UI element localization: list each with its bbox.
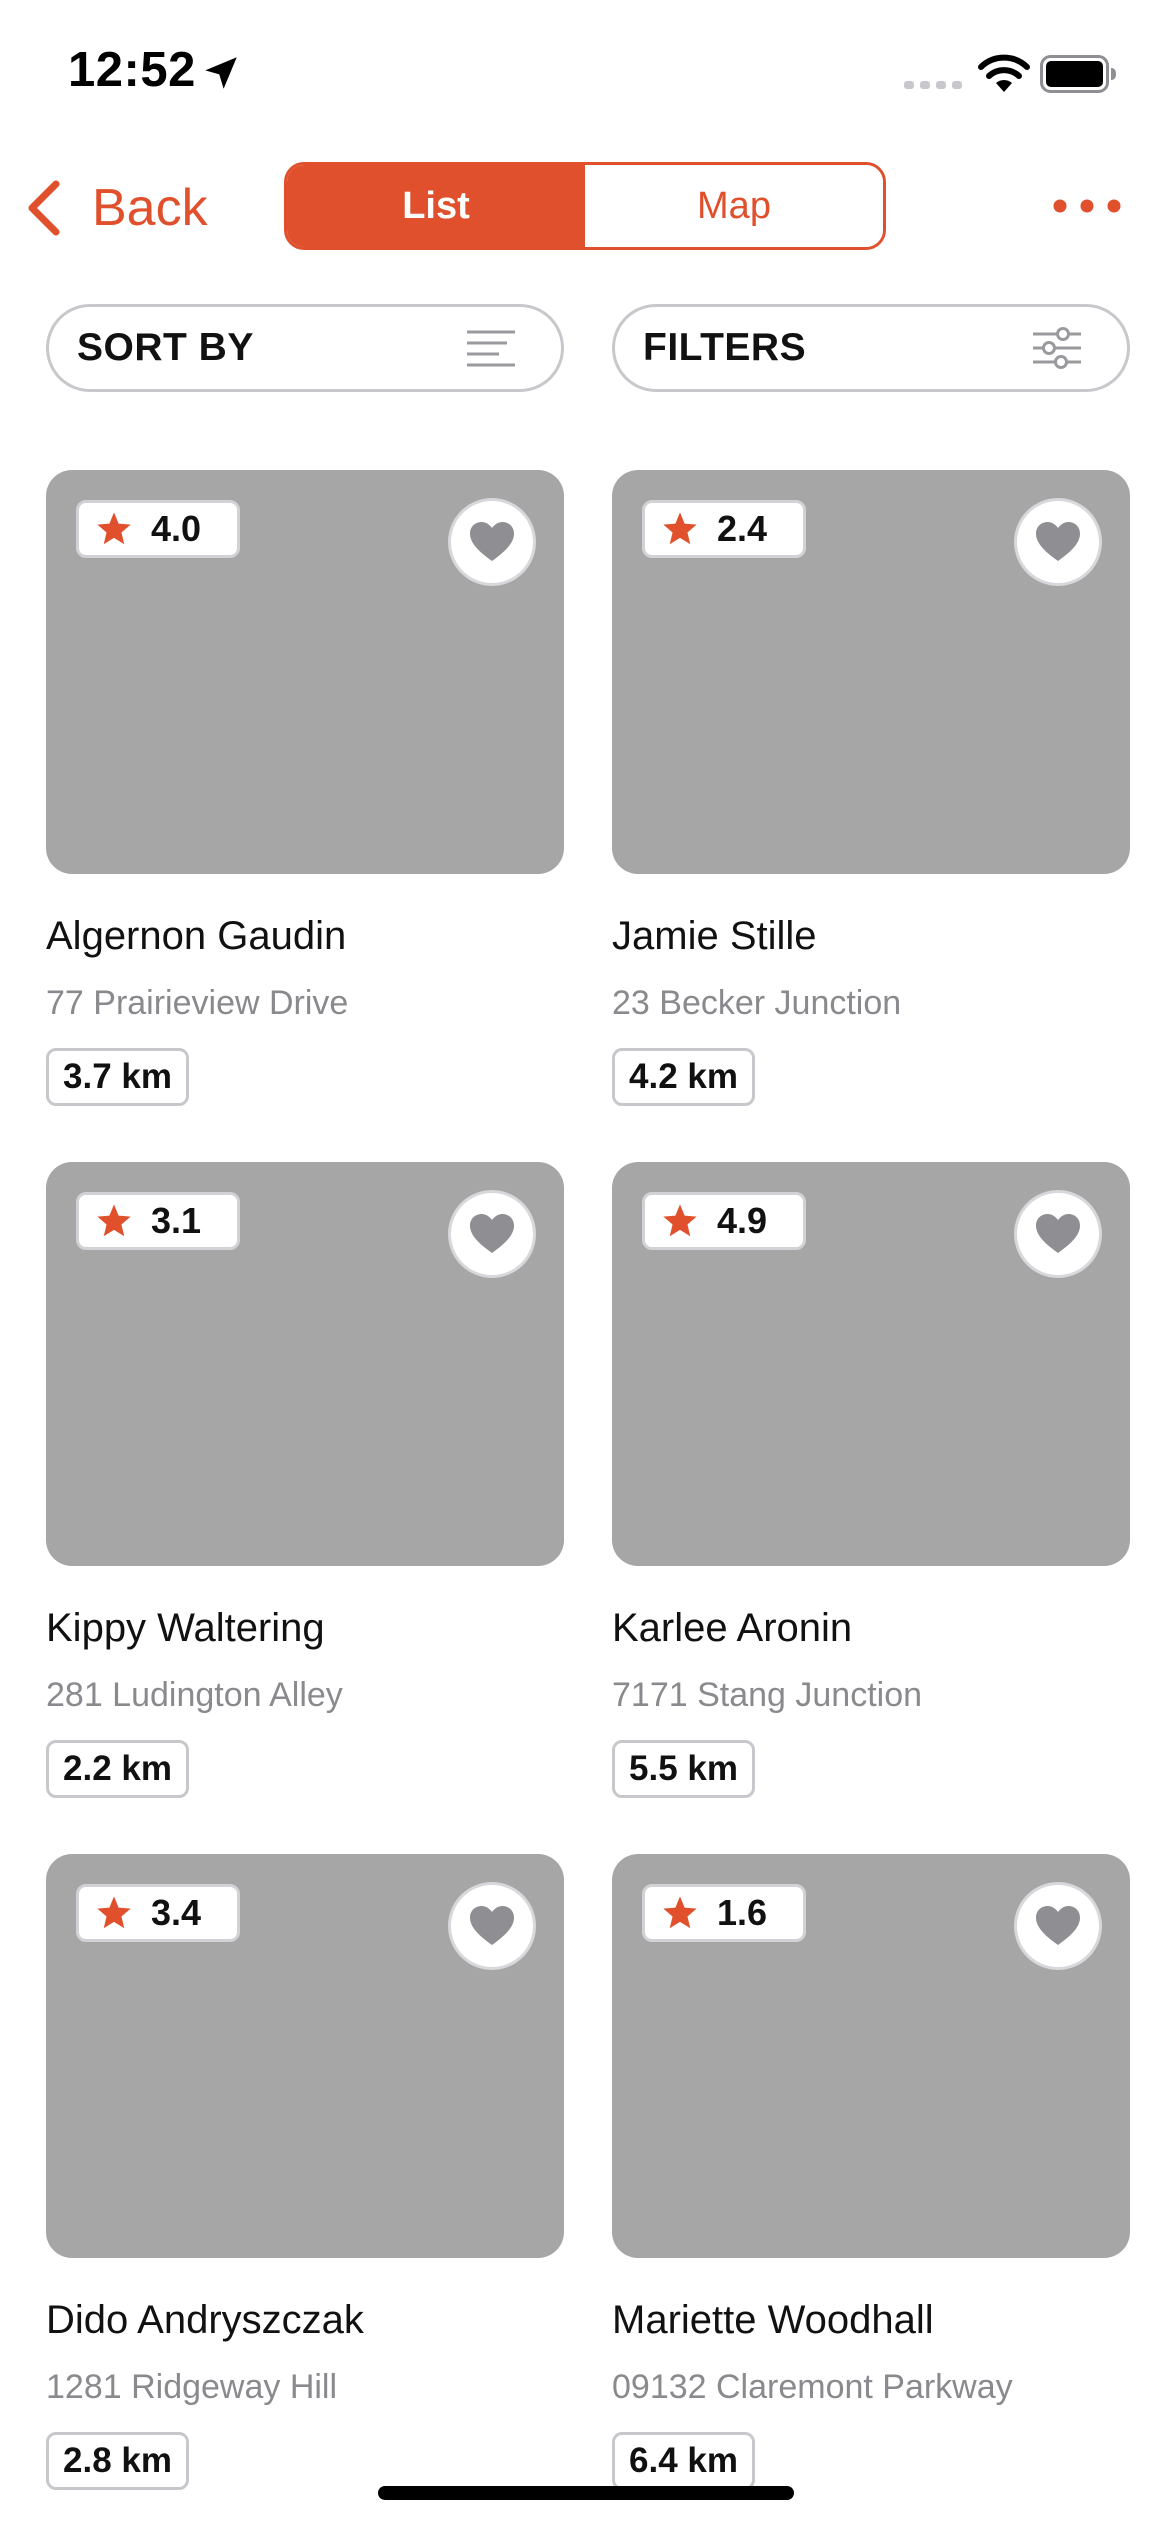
rating-value: 4.9: [717, 1200, 768, 1241]
heart-icon: [1036, 1906, 1080, 1945]
listing-name: Dido Andryszczak: [46, 2298, 364, 2342]
star-icon: [663, 512, 697, 545]
listing-image: 1.6: [612, 1854, 1130, 2258]
favorite-button[interactable]: [1014, 1882, 1102, 1970]
favorite-button[interactable]: [448, 498, 536, 586]
rating-badge: 4.0: [76, 500, 240, 558]
chevron-left-icon: [28, 180, 60, 236]
listing-name: Jamie Stille: [612, 914, 817, 958]
star-icon: [97, 1204, 131, 1237]
listing-name: Kippy Waltering: [46, 1606, 325, 1650]
listing-card[interactable]: 2.4 Jamie Stille 23 Becker Junction 4.2 …: [612, 470, 1130, 1130]
listing-image: 3.1: [46, 1162, 564, 1566]
wifi-icon: [978, 54, 1030, 92]
listing-image: 3.4: [46, 1854, 564, 2258]
listing-address: 09132 Claremont Parkway: [612, 2368, 1013, 2406]
favorite-button[interactable]: [1014, 498, 1102, 586]
star-icon: [97, 512, 131, 545]
listing-image: 4.9: [612, 1162, 1130, 1566]
rating-badge: 2.4: [642, 500, 806, 558]
distance-badge: 2.2 km: [46, 1740, 189, 1798]
rating-value: 3.4: [151, 1892, 202, 1933]
distance-badge: 6.4 km: [612, 2432, 755, 2490]
tab-map[interactable]: Map: [585, 165, 883, 247]
battery-icon: [1040, 55, 1116, 93]
listing-address: 23 Becker Junction: [612, 984, 902, 1022]
rating-value: 3.1: [151, 1200, 202, 1241]
heart-icon: [470, 522, 514, 561]
back-label: Back: [92, 179, 208, 237]
distance-badge: 2.8 km: [46, 2432, 189, 2490]
status-time: 12:52: [68, 43, 196, 97]
location-arrow-icon: [205, 57, 237, 89]
tab-list[interactable]: List: [287, 165, 585, 247]
rating-badge: 3.4: [76, 1884, 240, 1942]
star-icon: [663, 1204, 697, 1237]
listing-name: Mariette Woodhall: [612, 2298, 934, 2342]
cellular-signal-icon: [904, 81, 962, 89]
sliders-icon: [1033, 327, 1081, 369]
sort-by-label: SORT BY: [77, 326, 254, 369]
listing-address: 77 Prairieview Drive: [46, 984, 349, 1022]
listing-address: 1281 Ridgeway Hill: [46, 2368, 338, 2406]
heart-icon: [1036, 1214, 1080, 1253]
favorite-button[interactable]: [448, 1190, 536, 1278]
favorite-button[interactable]: [1014, 1190, 1102, 1278]
favorite-button[interactable]: [448, 1882, 536, 1970]
star-icon: [663, 1896, 697, 1929]
listing-card[interactable]: 1.6 Mariette Woodhall 09132 Claremont Pa…: [612, 1854, 1130, 2514]
listing-address: 7171 Stang Junction: [612, 1676, 923, 1714]
listing-image: 4.0: [46, 470, 564, 874]
star-icon: [97, 1896, 131, 1929]
listing-address: 281 Ludington Alley: [46, 1676, 343, 1714]
more-options-icon[interactable]: [1050, 186, 1124, 226]
listing-name: Karlee Aronin: [612, 1606, 853, 1650]
heart-icon: [470, 1906, 514, 1945]
filters-label: FILTERS: [643, 326, 807, 369]
filters-button[interactable]: FILTERS: [612, 304, 1130, 392]
view-toggle: List Map: [284, 162, 886, 250]
listing-card[interactable]: 4.9 Karlee Aronin 7171 Stang Junction 5.…: [612, 1162, 1130, 1822]
rating-value: 2.4: [717, 508, 768, 549]
sort-by-button[interactable]: SORT BY: [46, 304, 564, 392]
rating-badge: 3.1: [76, 1192, 240, 1250]
listing-card[interactable]: 3.4 Dido Andryszczak 1281 Ridgeway Hill …: [46, 1854, 564, 2514]
rating-value: 4.0: [151, 508, 202, 549]
listing-card[interactable]: 3.1 Kippy Waltering 281 Ludington Alley …: [46, 1162, 564, 1822]
listing-image: 2.4: [612, 470, 1130, 874]
status-bar: 12:52: [0, 0, 1170, 150]
heart-icon: [470, 1214, 514, 1253]
rating-badge: 1.6: [642, 1884, 806, 1942]
back-button[interactable]: Back: [24, 168, 208, 248]
rating-value: 1.6: [717, 1892, 768, 1933]
listing-name: Algernon Gaudin: [46, 914, 347, 958]
sort-lines-icon: [467, 330, 515, 367]
heart-icon: [1036, 522, 1080, 561]
listing-card[interactable]: 4.0 Algernon Gaudin 77 Prairieview Drive…: [46, 470, 564, 1130]
distance-badge: 3.7 km: [46, 1048, 189, 1106]
distance-badge: 4.2 km: [612, 1048, 755, 1106]
distance-badge: 5.5 km: [612, 1740, 755, 1798]
home-indicator[interactable]: [378, 2486, 794, 2500]
rating-badge: 4.9: [642, 1192, 806, 1250]
